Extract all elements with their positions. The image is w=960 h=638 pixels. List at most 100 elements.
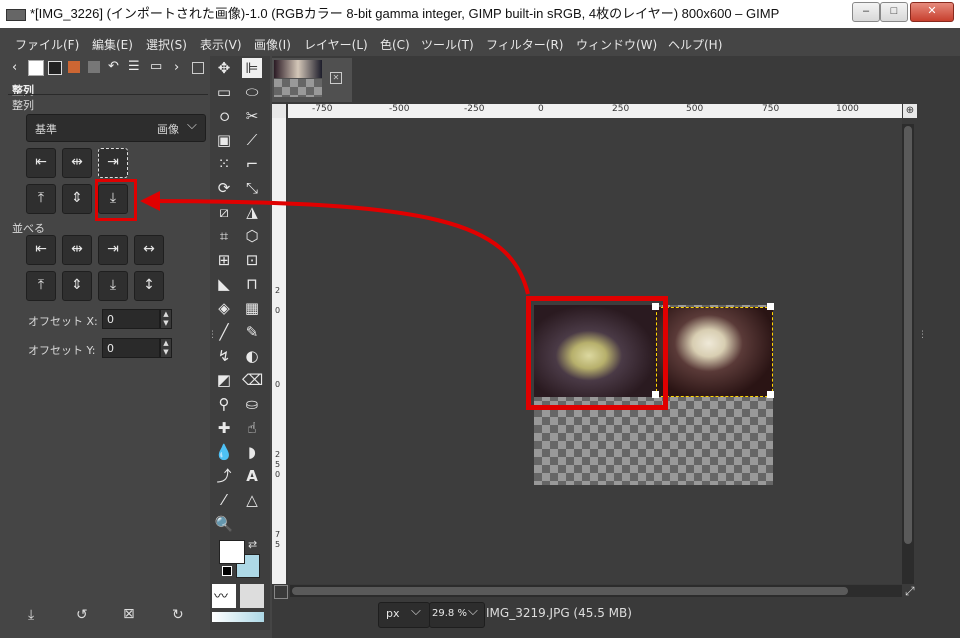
horizontal-scrollbar[interactable]	[290, 585, 902, 597]
reset-options-icon[interactable]: ↻	[172, 607, 184, 623]
dodge-burn-icon[interactable]: ◗	[242, 442, 262, 462]
vruler-label: 7	[275, 530, 281, 539]
close-tab-icon[interactable]: ✕	[330, 72, 342, 84]
text-tool-icon[interactable]: A	[242, 466, 262, 486]
tab-prev-icon[interactable]: ‹	[12, 60, 17, 75]
align-middle-button[interactable]: ⇕	[62, 184, 92, 214]
distribute-vcenter-button[interactable]: ⇕	[62, 271, 92, 301]
align-top-edge-button[interactable]: ⤒	[26, 184, 56, 214]
offset-y-field[interactable]: 0	[102, 338, 160, 358]
zoom-nav-icon[interactable]: ⊕	[903, 104, 917, 118]
vertical-scrollbar[interactable]	[902, 124, 914, 584]
scissors-select-icon[interactable]: ✂	[242, 106, 262, 126]
layer-handle[interactable]	[767, 391, 774, 398]
color-select-icon[interactable]: ⁙	[214, 154, 234, 174]
unit-select[interactable]: px ⌵	[378, 602, 430, 628]
layer-handle[interactable]	[767, 303, 774, 310]
distribute-hcenter-button[interactable]: ⇹	[62, 235, 92, 265]
move-tool-icon[interactable]: ✥	[214, 58, 234, 78]
highlight-box-layer	[526, 296, 668, 410]
zoom-select[interactable]: 29.8 % ⌵	[429, 602, 485, 628]
paintbrush-icon[interactable]: ╱	[214, 322, 234, 342]
hruler-label: 750	[762, 104, 780, 114]
blur-tool-icon[interactable]: 💧	[214, 442, 234, 462]
tab-layers-icon[interactable]: ☰	[128, 59, 140, 74]
distribute-right-button[interactable]: ⇥	[98, 235, 128, 265]
path-tool-icon[interactable]: ⤴	[214, 466, 234, 486]
default-colors-icon[interactable]	[222, 566, 232, 576]
menu-view[interactable]: 表示(V)	[200, 36, 242, 53]
zoom-tool-icon[interactable]: 🔍	[214, 514, 234, 534]
align-tool-icon[interactable]: ⊫	[242, 58, 262, 78]
minimize-button[interactable]: –	[852, 2, 880, 22]
tab-images-icon[interactable]	[88, 61, 100, 73]
tab-device-status-icon[interactable]	[48, 61, 62, 75]
splitter-handle[interactable]: ⋮	[208, 330, 217, 340]
heal-tool-icon[interactable]: ✚	[214, 418, 234, 438]
brush-preview[interactable]: 〰	[212, 584, 236, 608]
menu-colors[interactable]: 色(C)	[380, 36, 410, 53]
offset-x-stepper[interactable]: ▲ ▼	[160, 309, 172, 329]
menu-edit[interactable]: 編集(E)	[92, 36, 133, 53]
align-vcenter-icon: ⇕	[71, 190, 83, 206]
menu-help[interactable]: ヘルプ(H)	[668, 36, 722, 53]
tab-undo-icon[interactable]: ↶	[108, 59, 119, 74]
distribute-top-button[interactable]: ⤒	[26, 271, 56, 301]
distribute-left-button[interactable]: ⇤	[26, 235, 56, 265]
tab-tool-options-icon[interactable]	[28, 60, 44, 76]
delete-options-icon[interactable]: ⊠	[123, 606, 135, 622]
ink-tool-icon[interactable]: ◐	[242, 346, 262, 366]
menu-tools[interactable]: ツール(T)	[421, 36, 474, 53]
close-button[interactable]: ✕	[910, 2, 954, 22]
foreground-select-icon[interactable]: ▣	[214, 130, 234, 150]
distribute-bottom-button[interactable]: ⤓	[98, 271, 128, 301]
tab-undo-history-icon[interactable]	[68, 61, 80, 73]
gradient-preview[interactable]	[212, 612, 264, 622]
tab-next-icon[interactable]: ›	[174, 60, 179, 75]
lasso-select-icon[interactable]: ഠ	[214, 106, 234, 126]
align-center-horizontal-button[interactable]: ⇹	[62, 148, 92, 178]
quick-mask-icon[interactable]	[274, 585, 288, 599]
measure-tool-icon[interactable]: △	[242, 490, 262, 510]
color-picker-icon[interactable]: ⁄	[214, 490, 234, 510]
layer-photo-right[interactable]	[656, 307, 773, 397]
crop-tool-icon[interactable]: ⌐	[242, 154, 262, 174]
offset-x-field[interactable]: 0	[102, 309, 160, 329]
relative-to-select[interactable]: 基準 画像 ⌵	[26, 114, 206, 142]
horizontal-scroll-thumb[interactable]	[292, 587, 848, 595]
title-bar: *[IMG_3226] (インポートされた画像)-1.0 (RGBカラー 8-b…	[0, 0, 960, 28]
align-left-edge-button[interactable]: ⇤	[26, 148, 56, 178]
menu-windows[interactable]: ウィンドウ(W)	[576, 36, 657, 53]
splitter-handle[interactable]: ⋮	[918, 330, 927, 340]
hruler-label: -750	[312, 104, 333, 114]
airbrush-icon[interactable]: ↯	[214, 346, 234, 366]
vertical-scroll-thumb[interactable]	[904, 126, 912, 544]
menu-select[interactable]: 選択(S)	[146, 36, 187, 53]
pencil-icon[interactable]: ✎	[242, 322, 262, 342]
menu-layer[interactable]: レイヤー(L)	[304, 36, 368, 53]
relative-to-label: 基準	[35, 123, 57, 136]
dock-menu-icon[interactable]	[192, 62, 204, 74]
perspective-clone-icon[interactable]: ⛀	[242, 394, 262, 414]
tab-fonts-icon[interactable]: ▭	[150, 59, 162, 74]
foreground-color-swatch[interactable]	[219, 540, 245, 564]
swap-colors-icon[interactable]: ⇄	[248, 538, 257, 551]
ellipse-select-icon[interactable]: ⬭	[242, 82, 262, 102]
menu-file[interactable]: ファイル(F)	[15, 36, 79, 53]
pattern-preview[interactable]	[240, 584, 264, 608]
eraser-icon[interactable]: ⌫	[242, 370, 263, 390]
maximize-button[interactable]: □	[880, 2, 908, 22]
align-right-edge-button[interactable]: ⇥	[98, 148, 128, 178]
restore-options-icon[interactable]: ↺	[76, 607, 88, 623]
navigate-icon[interactable]: ⤢	[905, 584, 915, 599]
fuzzy-select-icon[interactable]: ⟋	[242, 130, 262, 150]
menu-filters[interactable]: フィルター(R)	[486, 36, 563, 53]
offset-y-stepper[interactable]: ▲ ▼	[160, 338, 172, 358]
rect-select-icon[interactable]: ▭	[214, 82, 234, 102]
image-tab[interactable]: ✕	[272, 58, 352, 102]
mypaint-brush-icon[interactable]: ◩	[214, 370, 234, 390]
save-options-icon[interactable]: ⤓	[28, 607, 34, 623]
smudge-tool-icon[interactable]: ☝	[242, 418, 262, 438]
menu-image[interactable]: 画像(I)	[254, 36, 291, 53]
clone-tool-icon[interactable]: ⚲	[214, 394, 234, 414]
